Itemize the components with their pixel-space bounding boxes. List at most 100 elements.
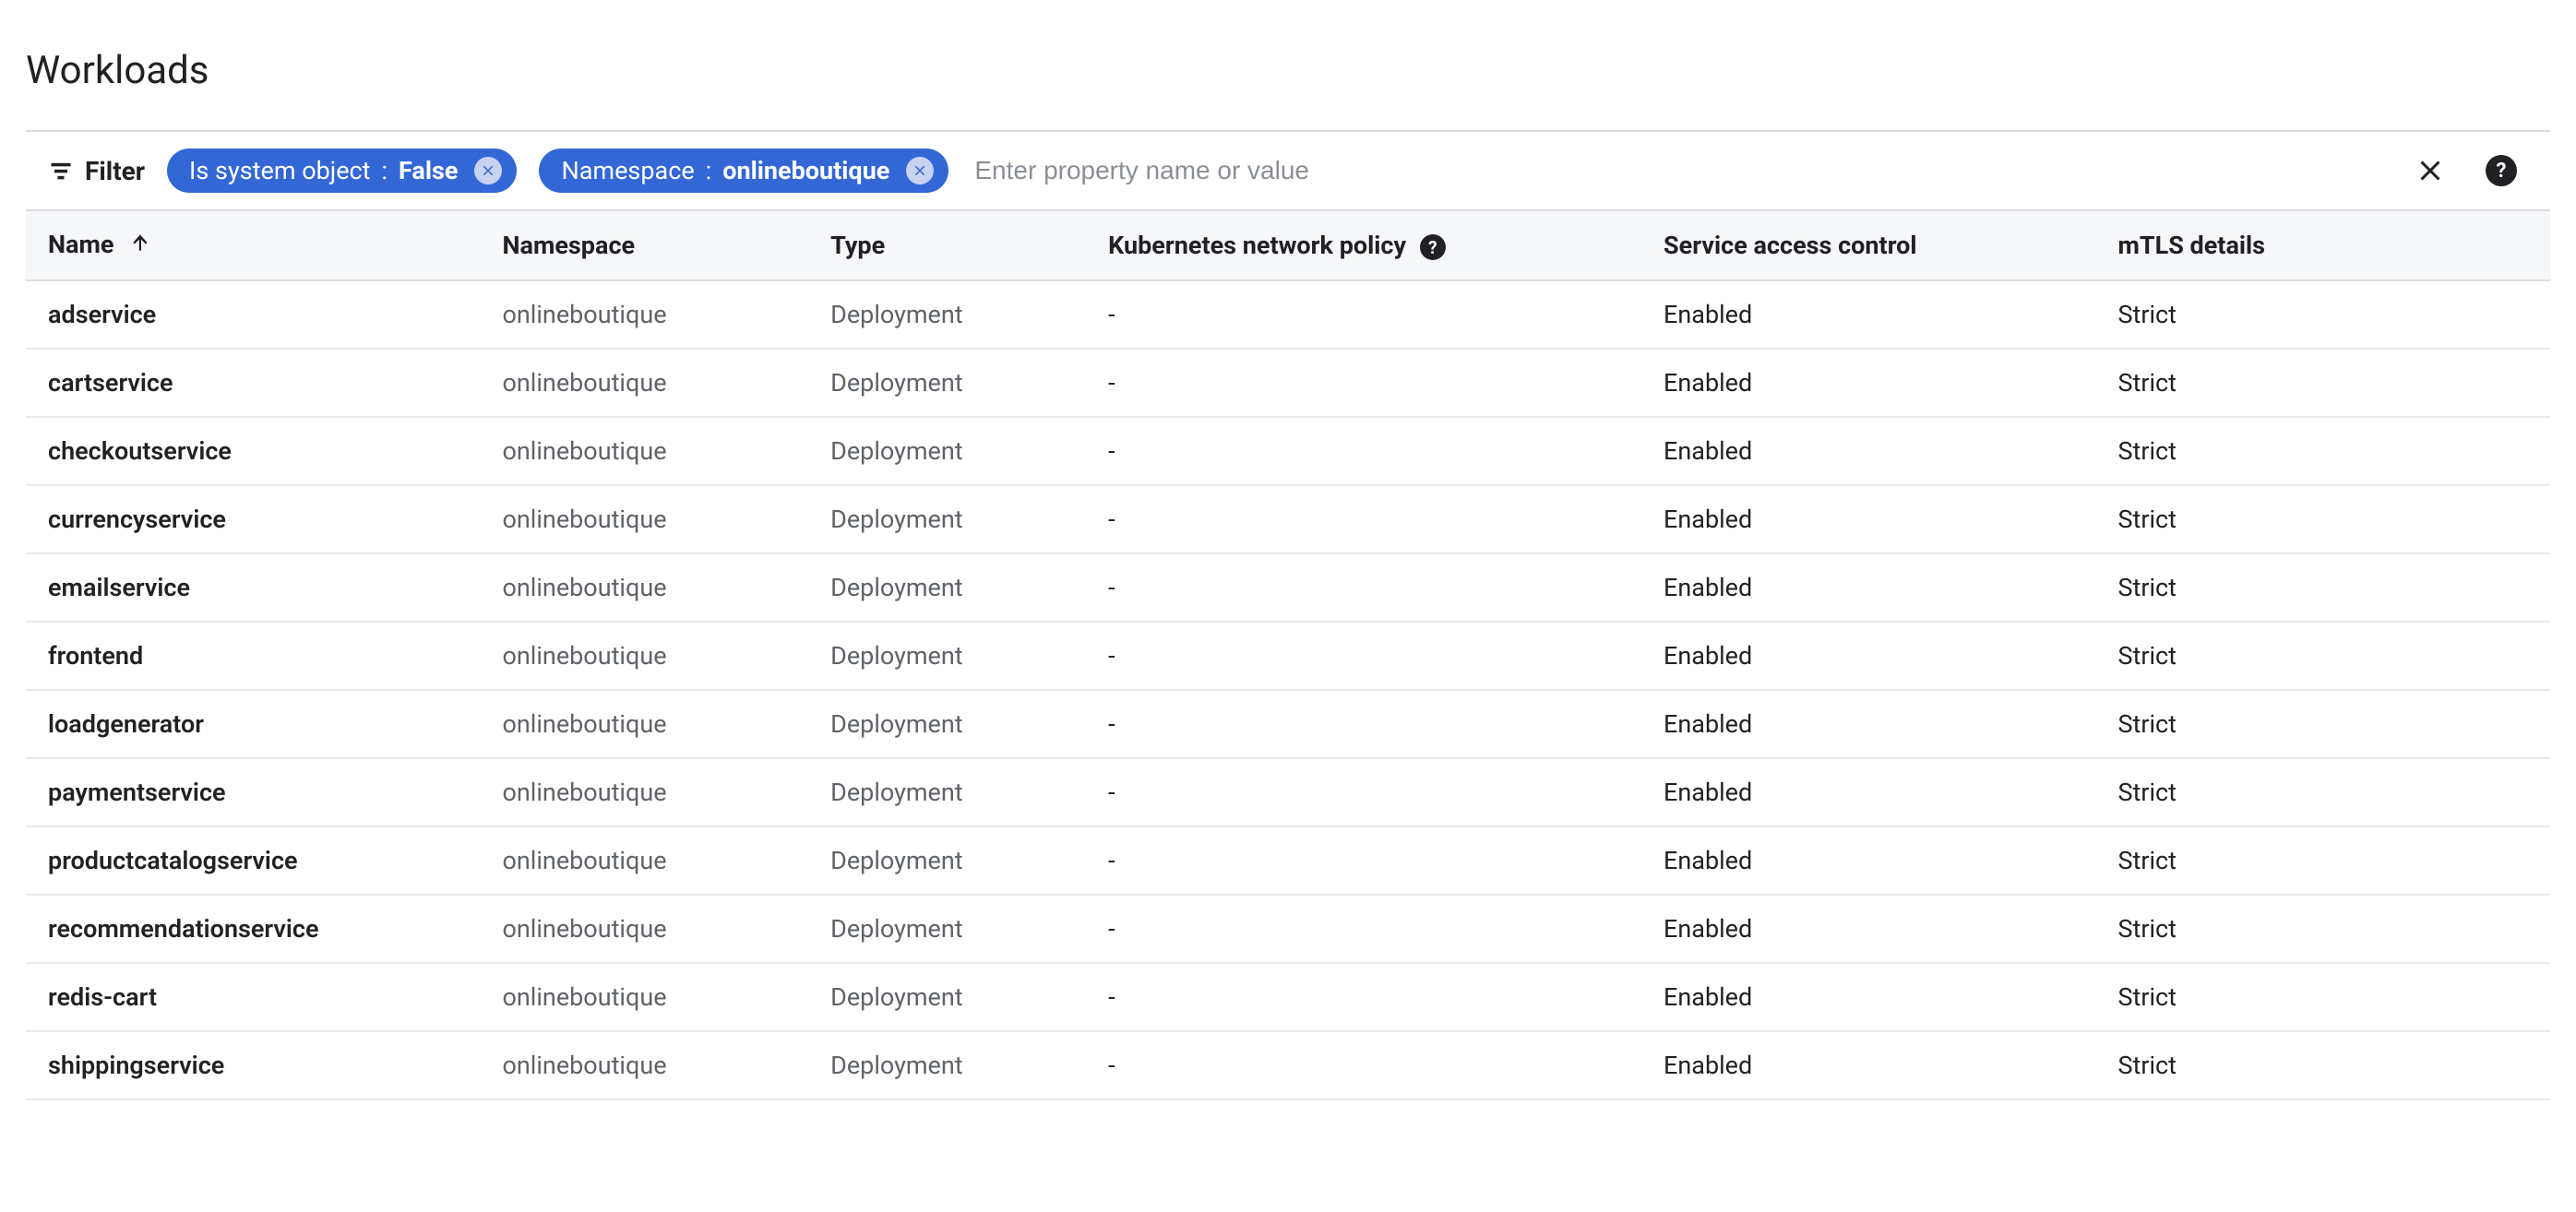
table-row[interactable]: cartserviceonlineboutiqueDeployment-Enab… [26, 349, 2550, 417]
cell-netpol: - [1086, 417, 1641, 485]
cell-netpol: - [1086, 485, 1641, 553]
cell-namespace: onlineboutique [480, 826, 808, 895]
table-row[interactable]: paymentserviceonlineboutiqueDeployment-E… [26, 758, 2550, 826]
cell-type: Deployment [808, 485, 1086, 553]
sort-ascending-icon [129, 232, 153, 261]
table-row[interactable]: checkoutserviceonlineboutiqueDeployment-… [26, 417, 2550, 485]
cell-netpol: - [1086, 758, 1641, 826]
col-header-mtls-label: mTLS details [2117, 231, 2265, 260]
col-header-netpol[interactable]: Kubernetes network policy ? [1086, 210, 1641, 280]
cell-namespace: onlineboutique [480, 417, 808, 485]
table-row[interactable]: adserviceonlineboutiqueDeployment-Enable… [26, 280, 2550, 349]
col-header-type-label: Type [830, 231, 885, 260]
cell-name: shippingservice [26, 1031, 480, 1099]
cell-access: Enabled [1641, 417, 2095, 485]
table-header-row: Name Namespace Type Kuber [26, 210, 2550, 280]
chip-value: False [399, 156, 458, 185]
cell-namespace: onlineboutique [480, 622, 808, 690]
help-icon: ? [2486, 155, 2517, 186]
cell-netpol: - [1086, 895, 1641, 963]
cell-access: Enabled [1641, 280, 2095, 349]
cell-access: Enabled [1641, 349, 2095, 417]
chip-separator: : [704, 156, 714, 185]
cell-namespace: onlineboutique [480, 690, 808, 758]
filter-help-button[interactable]: ? [2478, 155, 2517, 186]
cell-mtls: Strict [2095, 622, 2550, 690]
table-row[interactable]: frontendonlineboutiqueDeployment-Enabled… [26, 622, 2550, 690]
cell-type: Deployment [808, 895, 1086, 963]
cell-namespace: onlineboutique [480, 349, 808, 417]
table-row[interactable]: loadgeneratoronlineboutiqueDeployment-En… [26, 690, 2550, 758]
chip-key: Is system object [189, 156, 370, 185]
cell-netpol: - [1086, 963, 1641, 1031]
chip-value: onlineboutique [722, 156, 889, 185]
cell-netpol: - [1086, 826, 1641, 895]
filter-chip-system-object[interactable]: Is system object : False [167, 149, 517, 193]
cell-name: emailservice [26, 553, 480, 622]
cell-namespace: onlineboutique [480, 553, 808, 622]
table-row[interactable]: recommendationserviceonlineboutiqueDeplo… [26, 895, 2550, 963]
chip-close-button[interactable] [474, 157, 502, 184]
cell-access: Enabled [1641, 622, 2095, 690]
chip-close-button[interactable] [906, 157, 934, 184]
filter-chip-namespace[interactable]: Namespace : onlineboutique [539, 149, 948, 193]
close-icon [2414, 154, 2447, 187]
cell-type: Deployment [808, 690, 1086, 758]
cell-access: Enabled [1641, 963, 2095, 1031]
cell-name: currencyservice [26, 485, 480, 553]
cell-type: Deployment [808, 758, 1086, 826]
cell-netpol: - [1086, 622, 1641, 690]
cell-mtls: Strict [2095, 690, 2550, 758]
col-header-type[interactable]: Type [808, 210, 1086, 280]
cell-name: loadgenerator [26, 690, 480, 758]
clear-filters-button[interactable] [2414, 154, 2447, 187]
cell-namespace: onlineboutique [480, 963, 808, 1031]
cell-access: Enabled [1641, 758, 2095, 826]
cell-access: Enabled [1641, 485, 2095, 553]
workloads-table: Name Namespace Type Kuber [26, 209, 2550, 1100]
col-header-mtls[interactable]: mTLS details [2095, 210, 2550, 280]
filter-input[interactable] [971, 150, 2391, 191]
cell-type: Deployment [808, 622, 1086, 690]
cell-name: productcatalogservice [26, 826, 480, 895]
cell-type: Deployment [808, 826, 1086, 895]
help-icon[interactable]: ? [1420, 234, 1446, 260]
cell-netpol: - [1086, 1031, 1641, 1099]
cell-mtls: Strict [2095, 895, 2550, 963]
cell-access: Enabled [1641, 690, 2095, 758]
col-header-namespace[interactable]: Namespace [480, 210, 808, 280]
cell-type: Deployment [808, 553, 1086, 622]
filter-bar: Filter Is system object : False Namespac… [26, 132, 2550, 209]
cell-netpol: - [1086, 553, 1641, 622]
cell-access: Enabled [1641, 895, 2095, 963]
cell-access: Enabled [1641, 826, 2095, 895]
cell-netpol: - [1086, 349, 1641, 417]
cell-type: Deployment [808, 417, 1086, 485]
cell-mtls: Strict [2095, 485, 2550, 553]
cell-mtls: Strict [2095, 417, 2550, 485]
cell-type: Deployment [808, 280, 1086, 349]
table-row[interactable]: shippingserviceonlineboutiqueDeployment-… [26, 1031, 2550, 1099]
cell-mtls: Strict [2095, 280, 2550, 349]
cell-name: checkoutservice [26, 417, 480, 485]
cell-access: Enabled [1641, 1031, 2095, 1099]
cell-namespace: onlineboutique [480, 485, 808, 553]
col-header-name[interactable]: Name [26, 210, 480, 280]
col-header-access[interactable]: Service access control [1641, 210, 2095, 280]
cell-type: Deployment [808, 349, 1086, 417]
cell-namespace: onlineboutique [480, 1031, 808, 1099]
table-row[interactable]: emailserviceonlineboutiqueDeployment-Ena… [26, 553, 2550, 622]
filter-label: Filter [85, 156, 145, 186]
filter-label-wrap[interactable]: Filter [48, 156, 145, 186]
filter-actions: ? [2414, 154, 2528, 187]
cell-netpol: - [1086, 690, 1641, 758]
filter-icon [48, 158, 74, 184]
table-row[interactable]: productcatalogserviceonlineboutiqueDeplo… [26, 826, 2550, 895]
cell-name: adservice [26, 280, 480, 349]
cell-name: recommendationservice [26, 895, 480, 963]
table-row[interactable]: currencyserviceonlineboutiqueDeployment-… [26, 485, 2550, 553]
table-row[interactable]: redis-cartonlineboutiqueDeployment-Enabl… [26, 963, 2550, 1031]
cell-name: redis-cart [26, 963, 480, 1031]
cell-type: Deployment [808, 963, 1086, 1031]
chip-separator: : [380, 156, 390, 185]
